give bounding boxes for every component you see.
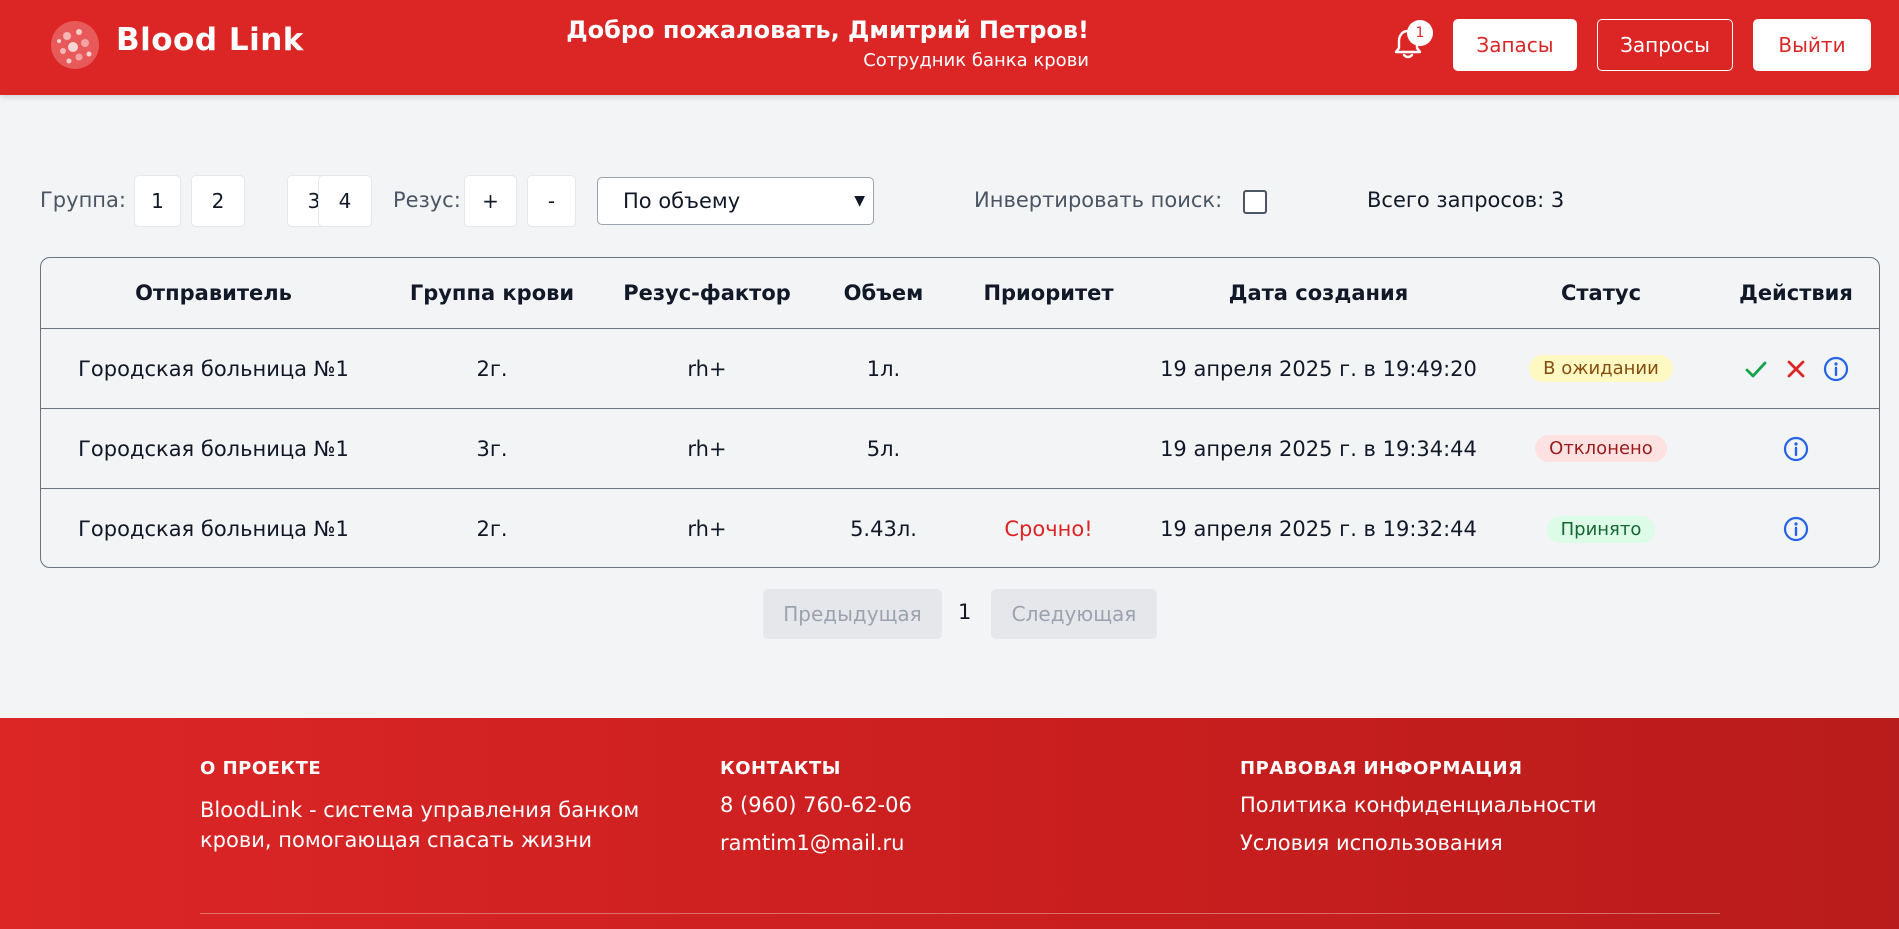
cell-blood-group: 2г. (476, 356, 508, 381)
cell-actions (1711, 329, 1879, 408)
requests-button[interactable]: Запросы (1597, 19, 1733, 71)
info-icon[interactable] (1781, 514, 1811, 544)
footer-divider (200, 913, 1720, 914)
cell-actions (1711, 489, 1879, 567)
cell-volume: 5.43л. (850, 517, 917, 541)
user-role: Сотрудник банка крови (863, 50, 1089, 71)
cell-blood-group: 3г. (476, 436, 508, 461)
terms-of-use-link[interactable]: Условия использования (1240, 831, 1700, 855)
cell-rhesus: rh+ (687, 436, 727, 461)
status-badge: Отклонено (1535, 435, 1667, 462)
logo-icon[interactable] (49, 19, 101, 71)
filter-bar: Группа: 1 2 3 4 Резус: + - По объему ▼ И… (40, 175, 1860, 227)
group-1-button[interactable]: 1 (134, 175, 181, 227)
cell-status: Отклонено (1491, 409, 1711, 488)
app-header: Blood Link Добро пожаловать, Дмитрий Пет… (0, 0, 1899, 95)
cell-rhesus: rh+ (687, 356, 727, 381)
status-badge: Принято (1546, 515, 1656, 543)
footer: О ПРОЕКТЕ BloodLink - система управления… (0, 718, 1899, 929)
group-label: Группа: (40, 188, 126, 212)
privacy-policy-link[interactable]: Политика конфиденциальности (1240, 793, 1700, 817)
cell-created: 19 апреля 2025 г. в 19:32:44 (1160, 517, 1477, 541)
header-sender: Отправитель (135, 281, 292, 305)
header-actions: Действия (1739, 281, 1853, 305)
cell-created: 19 апреля 2025 г. в 19:34:44 (1160, 436, 1477, 461)
cross-icon[interactable] (1781, 354, 1811, 384)
footer-about-text: BloodLink - система управления банком кр… (200, 798, 640, 852)
header-status: Статус (1560, 281, 1642, 305)
group-2-button[interactable]: 2 (191, 175, 245, 227)
info-icon[interactable] (1781, 434, 1811, 464)
chevron-down-icon: ▼ (854, 193, 865, 209)
cell-status: Принято (1491, 489, 1711, 567)
header-blood-group: Группа крови (409, 281, 575, 305)
header-created: Дата создания (1228, 281, 1409, 305)
current-page: 1 (958, 600, 972, 624)
cell-volume: 1л. (866, 356, 901, 381)
rhesus-label: Резус: (393, 188, 461, 212)
requests-table: Отправитель Группа крови Резус-фактор Об… (40, 257, 1880, 568)
next-page-button[interactable]: Следующая (991, 589, 1157, 639)
cell-actions (1711, 409, 1879, 488)
cell-volume: 5л. (866, 436, 901, 461)
invert-search-checkbox[interactable] (1243, 190, 1267, 214)
cell-sender: Городская больница №1 (78, 356, 349, 381)
header-volume: Объем (843, 281, 924, 305)
table-row: Городская больница №1 3г. rh+ 5л. 19 апр… (41, 409, 1879, 489)
footer-legal: ПРАВОВАЯ ИНФОРМАЦИЯ Политика конфиденциа… (1240, 758, 1700, 855)
cell-created: 19 апреля 2025 г. в 19:49:20 (1160, 356, 1477, 381)
cell-sender: Городская больница №1 (78, 436, 349, 461)
notification-badge: 1 (1407, 20, 1433, 46)
footer-phone[interactable]: 8 (960) 760-62-06 (720, 793, 1120, 817)
cell-rhesus: rh+ (687, 517, 727, 541)
logout-button[interactable]: Выйти (1753, 19, 1871, 71)
status-badge: В ожидании (1529, 355, 1673, 382)
sort-select-value: По объему (623, 189, 741, 213)
footer-email[interactable]: ramtim1@mail.ru (720, 831, 1120, 855)
info-icon[interactable] (1821, 354, 1851, 384)
sort-select[interactable]: По объему ▼ (597, 177, 874, 225)
footer-contacts: КОНТАКТЫ 8 (960) 760-62-06 ramtim1@mail.… (720, 758, 1120, 855)
cell-priority (951, 409, 1146, 488)
cell-priority: Срочно! (1004, 517, 1093, 541)
header-priority: Приоритет (983, 281, 1114, 305)
table-row: Городская больница №1 2г. rh+ 1л. 19 апр… (41, 329, 1879, 409)
brand-name[interactable]: Blood Link (116, 22, 304, 58)
cell-status: В ожидании (1491, 329, 1711, 408)
prev-page-button[interactable]: Предыдущая (763, 589, 942, 639)
cell-blood-group: 2г. (476, 517, 508, 541)
total-requests: Всего запросов: 3 (1367, 188, 1565, 212)
stock-button[interactable]: Запасы (1453, 19, 1577, 71)
rhesus-minus-button[interactable]: - (527, 175, 576, 227)
table-row: Городская больница №1 2г. rh+ 5.43л. Сро… (41, 489, 1879, 567)
check-icon[interactable] (1741, 354, 1771, 384)
cell-sender: Городская больница №1 (78, 517, 349, 541)
welcome-block: Добро пожаловать, Дмитрий Петров! Сотруд… (566, 16, 1089, 71)
welcome-title: Добро пожаловать, Дмитрий Петров! (566, 16, 1089, 44)
table-header-row: Отправитель Группа крови Резус-фактор Об… (41, 258, 1879, 329)
footer-contacts-title: КОНТАКТЫ (720, 758, 841, 779)
rhesus-plus-button[interactable]: + (464, 175, 517, 227)
header-rhesus: Резус-фактор (623, 281, 791, 305)
group-4-button[interactable]: 4 (318, 175, 372, 227)
invert-search-label: Инвертировать поиск: (974, 188, 1223, 212)
footer-about-title: О ПРОЕКТЕ (200, 758, 322, 779)
cell-priority (951, 329, 1146, 408)
footer-legal-title: ПРАВОВАЯ ИНФОРМАЦИЯ (1240, 758, 1523, 779)
footer-about: О ПРОЕКТЕ BloodLink - система управления… (200, 758, 660, 855)
